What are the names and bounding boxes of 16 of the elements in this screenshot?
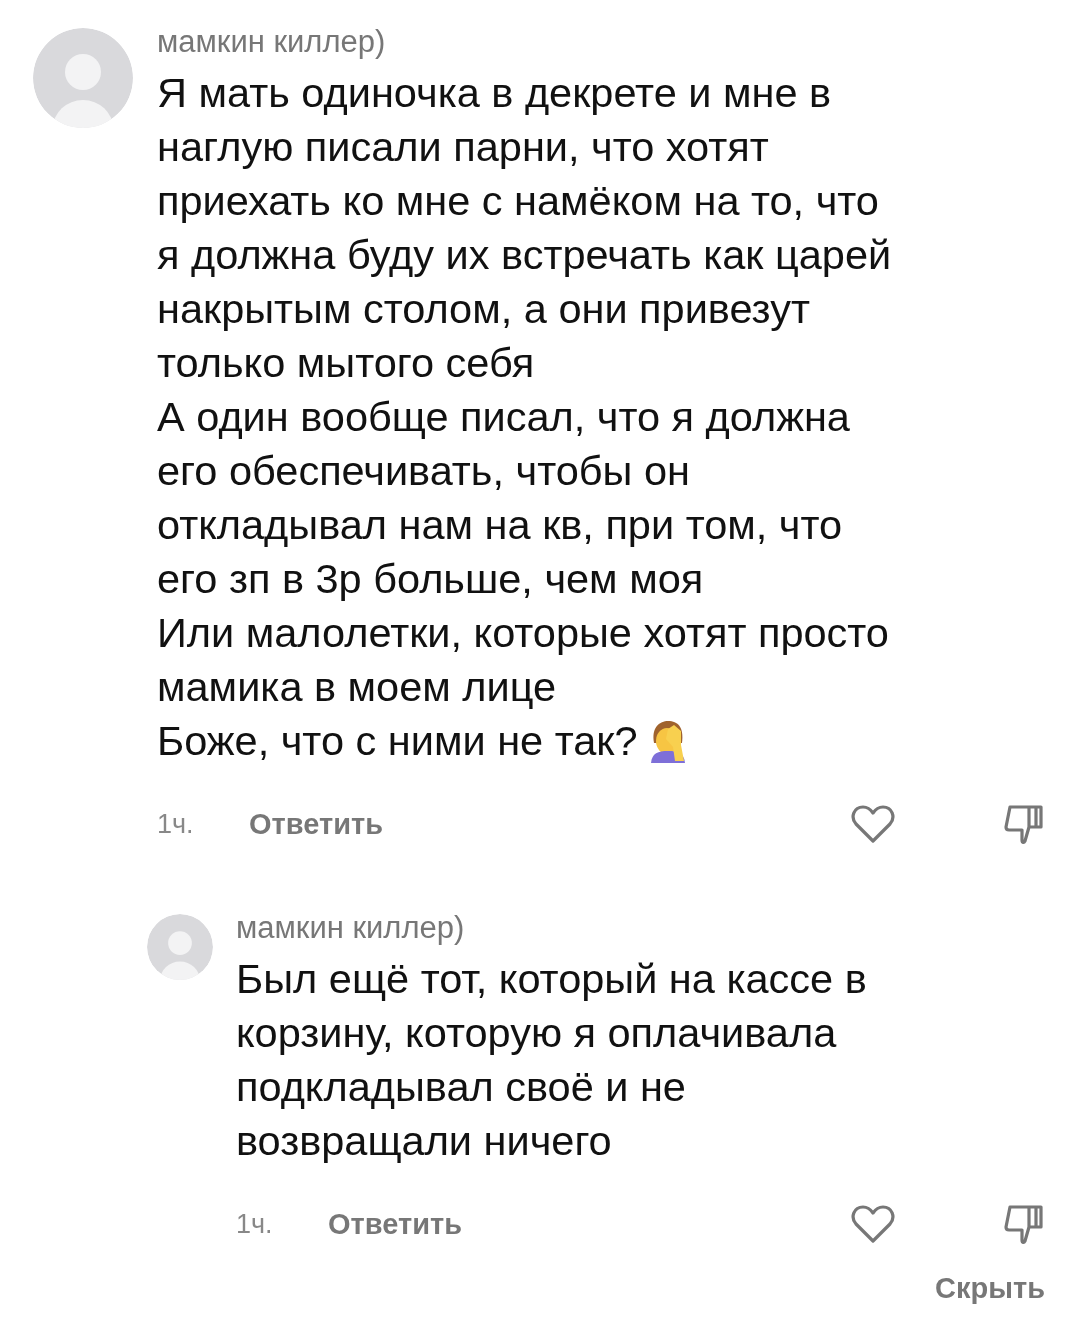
heart-icon[interactable]	[851, 804, 895, 844]
comment-text: Боже, что с ними не так?	[157, 717, 638, 764]
thumbs-down-icon[interactable]	[1003, 1203, 1045, 1245]
hide-replies-link[interactable]: Скрыть	[935, 1272, 1045, 1305]
username[interactable]: мамкин киллер)	[157, 24, 386, 60]
reply-button[interactable]: Ответить	[249, 807, 383, 841]
thumbs-down-icon[interactable]	[1003, 803, 1045, 845]
comment-text: Или малолетки, которые хотят просто мамика в моем лице	[157, 609, 889, 710]
reply-button[interactable]: Ответить	[328, 1207, 462, 1241]
username[interactable]: мамкин киллер)	[236, 910, 465, 946]
timestamp: 1ч.	[157, 808, 195, 840]
comment-text: А один вообще писал, что я должна его обеспечивать, чтобы он откладывал нам на кв, при том, что его зп в 3р больше, чем моя	[157, 393, 850, 602]
comment-text: Был ещё тот, который на кассе в корзину, которую я оплачивала подкладывал своё и не возвращали ничего	[236, 955, 867, 1164]
heart-icon[interactable]	[851, 1204, 895, 1244]
timestamp: 1ч.	[236, 1208, 274, 1240]
comment-text: Я мать одиночка в декрете и мне в наглую писали парни, что хотят приехать ко мне с намёком на то, что я должна буду их встречать как царей накрытым столом, а они привезут только мытого себя	[157, 69, 892, 386]
